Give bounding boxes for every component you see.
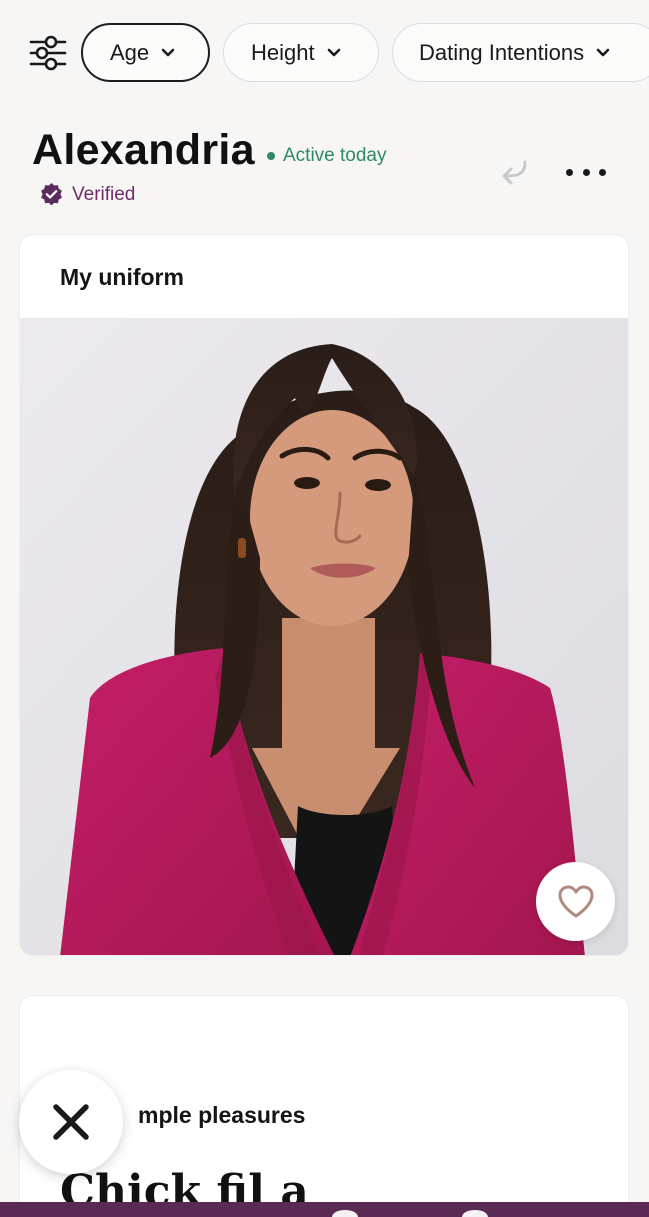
activity-status: Active today [267, 145, 387, 167]
activity-status-text: Active today [283, 145, 387, 166]
profile-photo[interactable] [20, 318, 628, 955]
filter-chip-label: Age [110, 39, 150, 65]
profile-name: Alexandria [32, 126, 255, 174]
more-dots-icon [582, 168, 590, 176]
skip-button[interactable] [19, 1070, 123, 1174]
heart-outline-icon [558, 885, 593, 917]
filter-chip-age[interactable]: Age [81, 23, 210, 82]
active-dot [267, 152, 275, 160]
nav-indicator [462, 1210, 488, 1217]
prompt-photo-card: My uniform [19, 234, 629, 956]
verified-badge[interactable]: Verified [39, 182, 135, 207]
bottom-nav-bar [0, 1202, 649, 1217]
undo-arrow-icon[interactable] [497, 156, 531, 188]
nav-indicator [332, 1210, 358, 1217]
filter-chip-height[interactable]: Height [223, 23, 379, 82]
filter-bar: Age Height Dating Intentions [0, 22, 649, 84]
profile-photo-illustration [20, 318, 628, 955]
x-icon [53, 1104, 89, 1140]
filter-chip-label: Height [251, 39, 315, 65]
verified-badge-icon [41, 183, 62, 206]
filter-chip-label: Dating Intentions [419, 39, 585, 65]
prompt-question: mple pleasures [138, 1102, 306, 1128]
chevron-down-icon [161, 48, 175, 56]
sliders-icon[interactable] [28, 34, 68, 72]
profile-screen: Age Height Dating Intentions Alexandria … [0, 0, 649, 1217]
more-options-button[interactable] [566, 162, 606, 182]
filter-chip-dating-intentions[interactable]: Dating Intentions [392, 23, 649, 82]
more-dots-icon [566, 168, 573, 176]
verified-label: Verified [72, 183, 136, 205]
chevron-down-icon [327, 48, 340, 56]
more-dots-icon [599, 168, 606, 176]
chevron-down-icon [596, 48, 610, 56]
like-button[interactable] [536, 862, 615, 941]
prompt-title: My uniform [60, 264, 184, 290]
